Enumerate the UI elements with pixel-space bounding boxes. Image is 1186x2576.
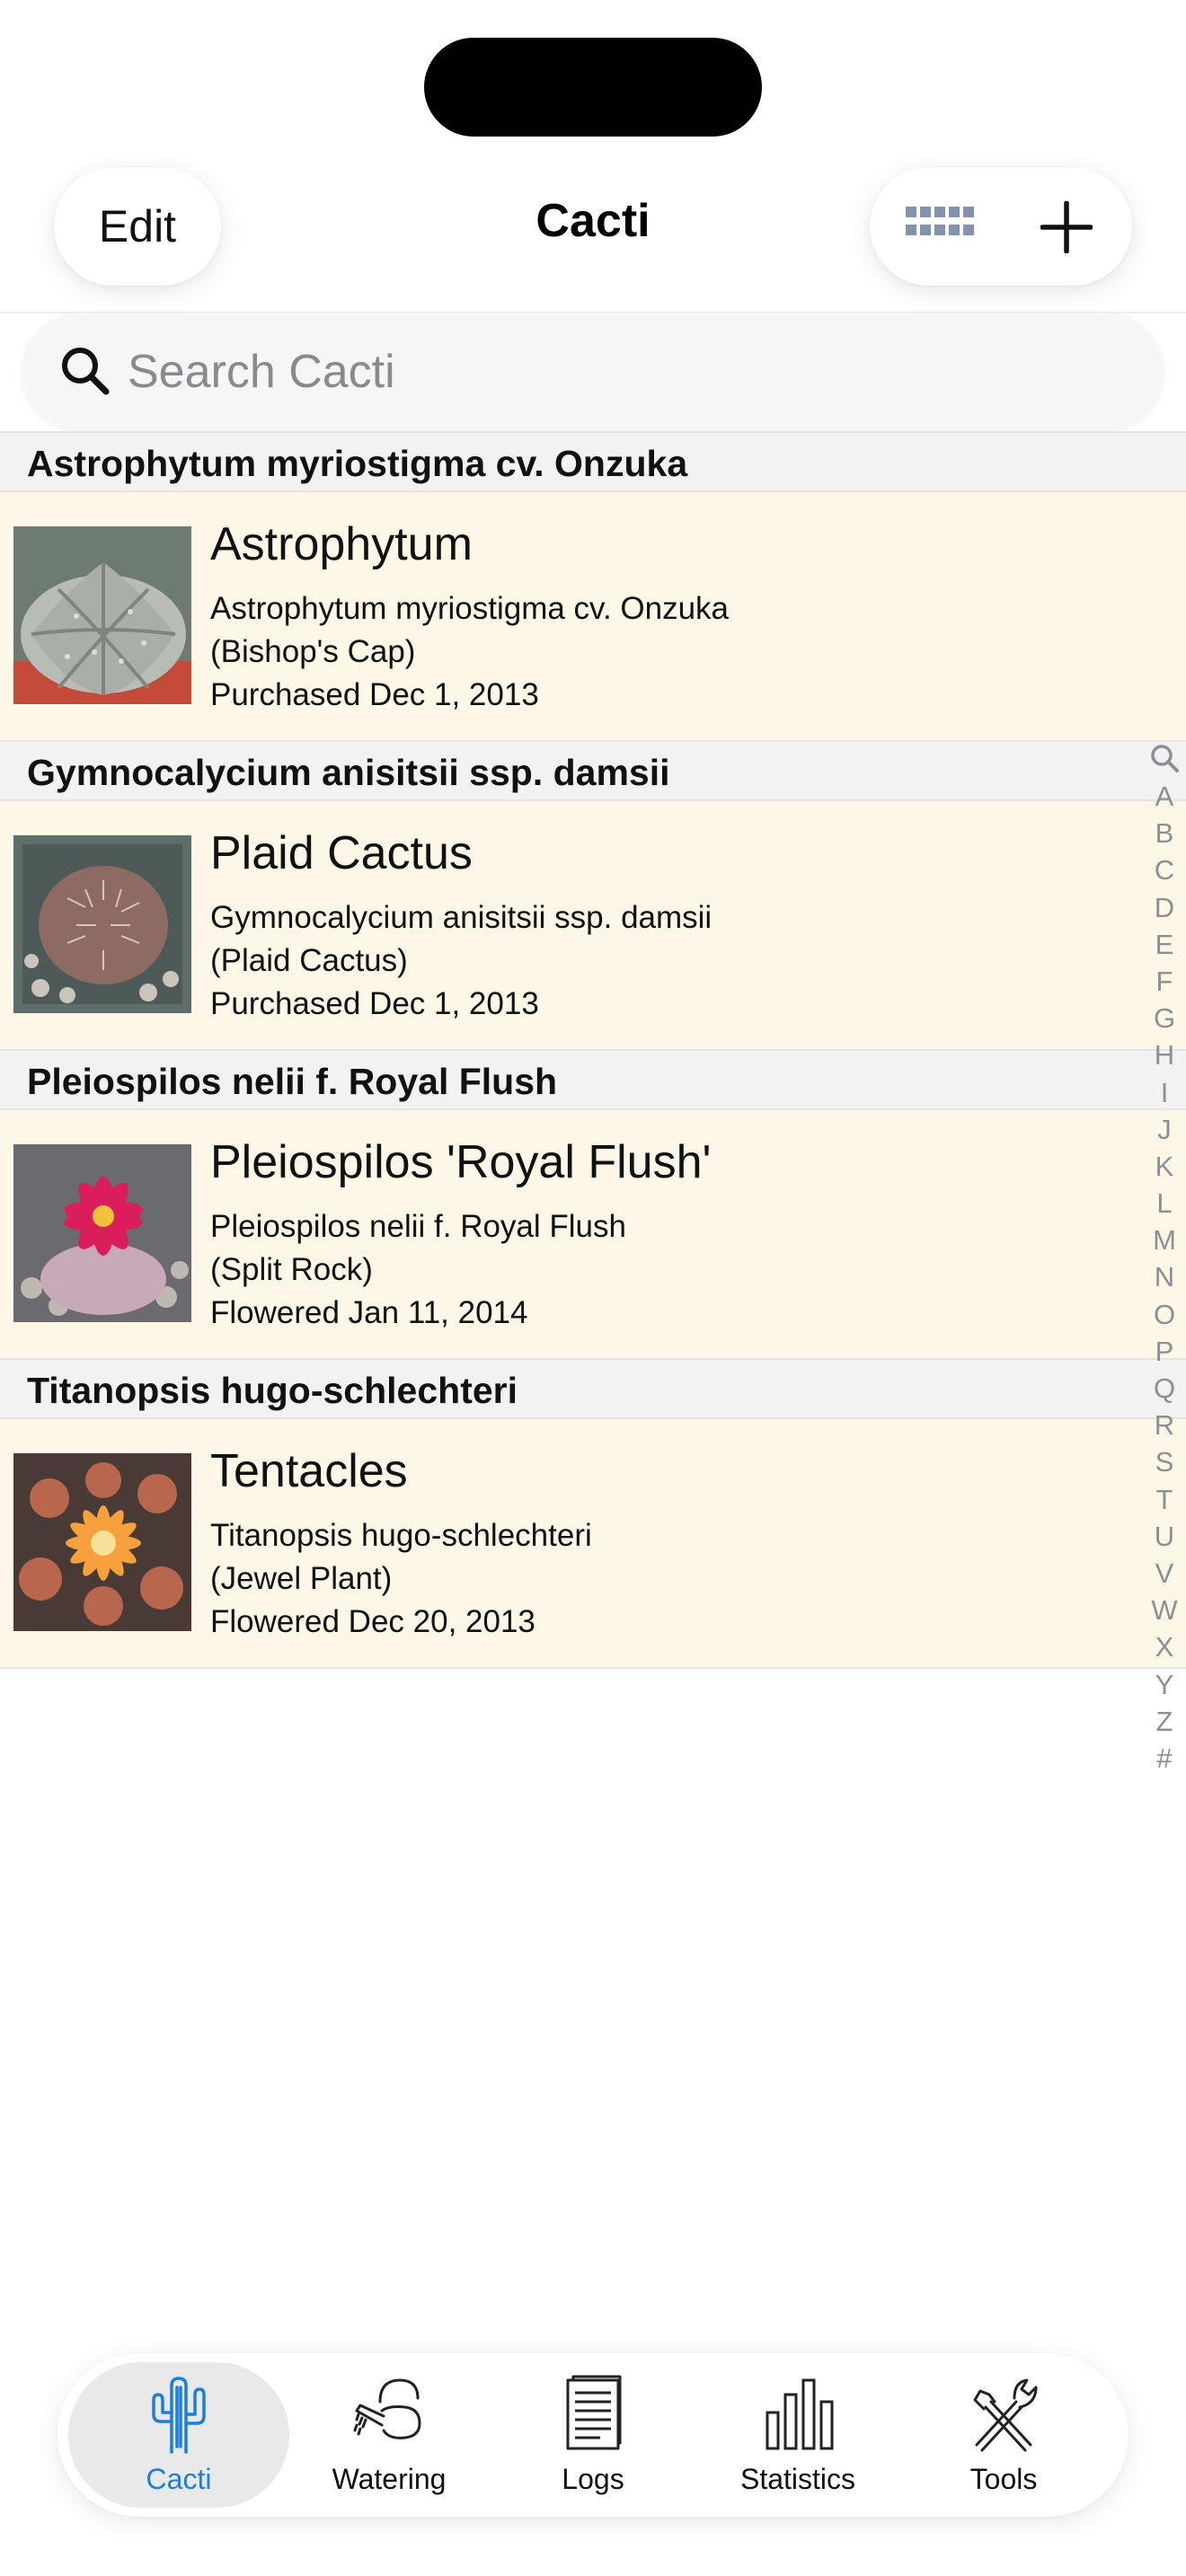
item-species: Pleiospilos nelii f. Royal Flush (210, 1209, 626, 1244)
index-letter[interactable]: I (1146, 1074, 1182, 1111)
item-name: Pleiospilos 'Royal Flush' (210, 1136, 712, 1188)
index-letter[interactable]: E (1146, 926, 1182, 963)
tab-label: Watering (332, 2463, 447, 2495)
section-header-label: Pleiospilos nelii f. Royal Flush (27, 1061, 558, 1102)
index-letter[interactable]: P (1146, 1333, 1182, 1370)
section-header: Titanopsis hugo-schlechteri (0, 1358, 1186, 1419)
section-header: Pleiospilos nelii f. Royal Flush (0, 1049, 1186, 1110)
tab-label: Tools (969, 2463, 1038, 2495)
list-divider (0, 1667, 1186, 1669)
cactus-photo (13, 835, 191, 1013)
search-icon (62, 348, 110, 395)
item-event: Purchased Dec 1, 2013 (210, 986, 539, 1021)
index-letter[interactable]: M (1146, 1222, 1182, 1258)
grid-view-icon[interactable] (906, 207, 974, 246)
tab-watering[interactable]: Watering (279, 2362, 500, 2508)
add-icon[interactable] (1040, 201, 1093, 253)
section-header: Gymnocalycium anisitsii ssp. damsii (0, 740, 1186, 801)
item-common-name: (Jewel Plant) (210, 1561, 393, 1596)
item-common-name: (Bishop's Cap) (210, 634, 416, 669)
search-bar[interactable] (22, 313, 1164, 431)
section-header: Astrophytum myriostigma cv. Onzuka (0, 431, 1186, 492)
page-title: Cacti (535, 195, 651, 247)
index-letter[interactable]: T (1146, 1481, 1182, 1518)
dynamic-island (424, 38, 762, 137)
item-name: Astrophytum (210, 518, 473, 570)
tab-tools[interactable]: Tools (893, 2362, 1114, 2508)
index-letter[interactable]: K (1146, 1148, 1182, 1185)
succulent-flower-photo (13, 1144, 191, 1322)
item-common-name: (Split Rock) (210, 1252, 373, 1287)
tab-cacti[interactable]: Cacti (68, 2362, 289, 2508)
index-letter[interactable]: N (1146, 1258, 1182, 1295)
item-common-name: (Plaid Cactus) (210, 943, 408, 978)
cactus-icon (152, 2377, 206, 2454)
succulent-flower-photo (13, 1453, 191, 1631)
index-letter[interactable]: V (1146, 1555, 1182, 1592)
list-item[interactable]: Pleiospilos 'Royal Flush' Pleiospilos ne… (0, 1110, 1186, 1358)
index-letter[interactable]: D (1146, 889, 1182, 926)
item-species: Astrophytum myriostigma cv. Onzuka (210, 591, 730, 626)
index-letter[interactable]: F (1146, 963, 1182, 1000)
nav-actions (870, 167, 1132, 286)
list-item[interactable]: Plaid Cactus Gymnocalycium anisitsii ssp… (0, 801, 1186, 1049)
tab-label: Logs (562, 2463, 624, 2495)
index-letter[interactable]: G (1146, 1000, 1182, 1037)
section-header-label: Gymnocalycium anisitsii ssp. damsii (27, 752, 670, 793)
index-letters: A B C D E F G H I J K L M N O P Q R S T … (1146, 778, 1182, 1777)
item-event: Flowered Jan 11, 2014 (210, 1295, 528, 1330)
item-name: Plaid Cactus (210, 827, 473, 879)
section-header-label: Titanopsis hugo-schlechteri (27, 1370, 518, 1411)
item-species: Titanopsis hugo-schlechteri (210, 1518, 592, 1553)
tools-icon (973, 2378, 1038, 2452)
index-letter[interactable]: # (1146, 1740, 1182, 1777)
index-letter[interactable]: W (1146, 1592, 1182, 1628)
index-letter[interactable]: O (1146, 1296, 1182, 1333)
document-icon (566, 2375, 622, 2450)
index-letter[interactable]: Q (1146, 1370, 1182, 1407)
cactus-photo (13, 526, 191, 704)
search-input[interactable] (128, 340, 1116, 404)
index-search-icon[interactable] (1148, 742, 1181, 774)
index-letter[interactable]: A (1146, 778, 1182, 815)
tab-statistics[interactable]: Statistics (687, 2362, 908, 2508)
tab-label: Statistics (739, 2463, 856, 2495)
section-header-label: Astrophytum myriostigma cv. Onzuka (27, 443, 688, 484)
index-letter[interactable]: S (1146, 1443, 1182, 1480)
item-event: Purchased Dec 1, 2013 (210, 677, 539, 712)
list-item[interactable]: Astrophytum Astrophytum myriostigma cv. … (0, 492, 1186, 740)
index-letter[interactable]: L (1146, 1185, 1182, 1222)
index-letter[interactable]: J (1146, 1111, 1182, 1148)
item-name: Tentacles (210, 1445, 408, 1497)
item-species: Gymnocalycium anisitsii ssp. damsii (210, 900, 712, 935)
index-letter[interactable]: R (1146, 1407, 1182, 1443)
edit-button[interactable]: Edit (54, 167, 221, 286)
item-event: Flowered Dec 20, 2013 (210, 1604, 535, 1639)
cactus-list: Astrophytum myriostigma cv. Onzuka Astro… (0, 431, 1186, 1669)
list-item[interactable]: Tentacles Titanopsis hugo-schlechteri (J… (0, 1419, 1186, 1667)
index-letter[interactable]: Z (1146, 1703, 1182, 1740)
bar-chart-icon (766, 2378, 834, 2450)
tab-label: Cacti (146, 2463, 212, 2495)
index-letter[interactable]: Y (1146, 1666, 1182, 1703)
index-letter[interactable]: X (1146, 1628, 1182, 1665)
tab-bar: Cacti Watering Logs Statistics Tools (58, 2353, 1128, 2517)
index-letter[interactable]: B (1146, 815, 1182, 851)
edit-button-label: Edit (98, 201, 177, 251)
tab-logs[interactable]: Logs (482, 2362, 704, 2508)
watering-can-icon (353, 2378, 421, 2439)
index-letter[interactable]: C (1146, 851, 1182, 888)
index-letter[interactable]: U (1146, 1518, 1182, 1555)
section-index[interactable]: A B C D E F G H I J K L M N O P Q R S T … (1146, 742, 1182, 1777)
index-letter[interactable]: H (1146, 1037, 1182, 1073)
